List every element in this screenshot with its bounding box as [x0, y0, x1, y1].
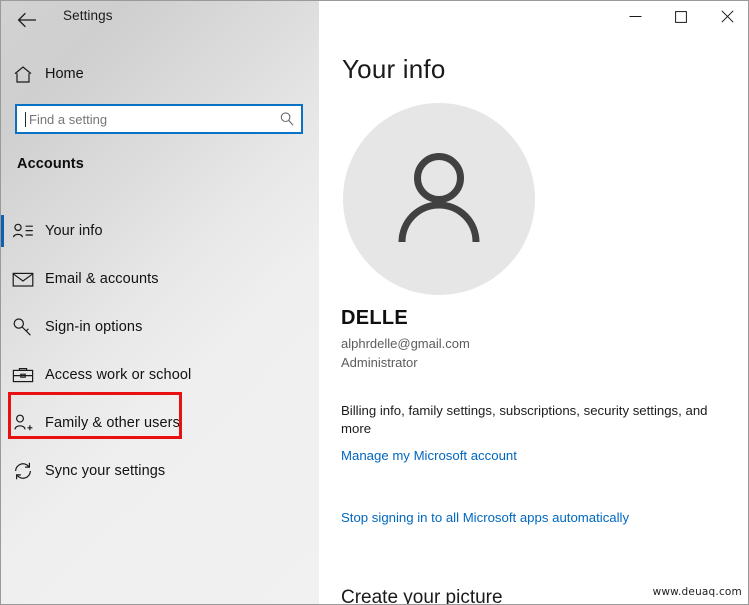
sidebar-item-your-info[interactable]: Your info: [1, 207, 319, 255]
account-email: alphrdelle@gmail.com: [341, 336, 470, 351]
sidebar: Settings Home Accounts: [1, 1, 319, 604]
sidebar-item-label: Sync your settings: [45, 463, 166, 479]
back-arrow-icon: [17, 12, 36, 28]
stop-signing-in-link[interactable]: Stop signing in to all Microsoft apps au…: [341, 510, 629, 525]
sidebar-item-sign-in-options[interactable]: Sign-in options: [1, 303, 319, 351]
sidebar-item-label: Access work or school: [45, 367, 192, 383]
sidebar-item-home-label: Home: [45, 66, 84, 82]
selection-indicator: [1, 215, 4, 247]
sync-icon: [1, 461, 45, 481]
briefcase-icon: [1, 366, 45, 384]
account-name: DELLE: [341, 307, 409, 329]
create-your-picture-heading: Create your picture: [341, 587, 503, 605]
page-title: Your info: [342, 54, 446, 84]
sidebar-item-label: Your info: [45, 223, 103, 239]
app-title: Settings: [63, 8, 113, 23]
sidebar-titlebar: Settings: [1, 1, 319, 41]
person-add-icon: [1, 413, 45, 433]
sidebar-item-access-work-school[interactable]: Access work or school: [1, 351, 319, 399]
account-role: Administrator: [341, 355, 418, 370]
sidebar-nav-list: Your info Email & accounts Sign-in optio…: [1, 207, 319, 495]
sidebar-item-label: Email & accounts: [45, 271, 159, 287]
maximize-button[interactable]: [658, 1, 704, 32]
window-controls: [612, 1, 748, 32]
search-box[interactable]: [15, 104, 303, 134]
sidebar-item-sync-your-settings[interactable]: Sync your settings: [1, 447, 319, 495]
back-button[interactable]: [11, 5, 43, 35]
sidebar-item-family-other-users[interactable]: Family & other users: [1, 399, 319, 447]
manage-microsoft-account-link[interactable]: Manage my Microsoft account: [341, 448, 517, 463]
sidebar-item-email-accounts[interactable]: Email & accounts: [1, 255, 319, 303]
close-button[interactable]: [704, 1, 748, 32]
maximize-icon: [675, 10, 687, 23]
close-icon: [720, 10, 734, 23]
sidebar-item-home[interactable]: Home: [1, 58, 301, 90]
search-input[interactable]: [26, 111, 273, 127]
avatar: [343, 103, 535, 295]
minimize-icon: [629, 16, 641, 17]
minimize-button[interactable]: [612, 1, 658, 32]
content-panel: Your info DELLE alphrdelle@gmail.com Adm…: [319, 1, 748, 605]
sidebar-item-label: Family & other users: [45, 415, 180, 431]
search-icon[interactable]: [273, 111, 301, 127]
account-description: Billing info, family settings, subscript…: [341, 403, 708, 436]
sidebar-section-header: Accounts: [17, 156, 84, 172]
contact-card-icon: [1, 222, 45, 240]
envelope-icon: [1, 271, 45, 288]
key-icon: [1, 317, 45, 337]
person-avatar-icon: [398, 153, 480, 243]
settings-window: Settings Home Accounts: [0, 0, 749, 605]
sidebar-item-label: Sign-in options: [45, 319, 143, 335]
watermark: www.deuaq.com: [652, 586, 742, 598]
home-icon: [1, 65, 45, 84]
